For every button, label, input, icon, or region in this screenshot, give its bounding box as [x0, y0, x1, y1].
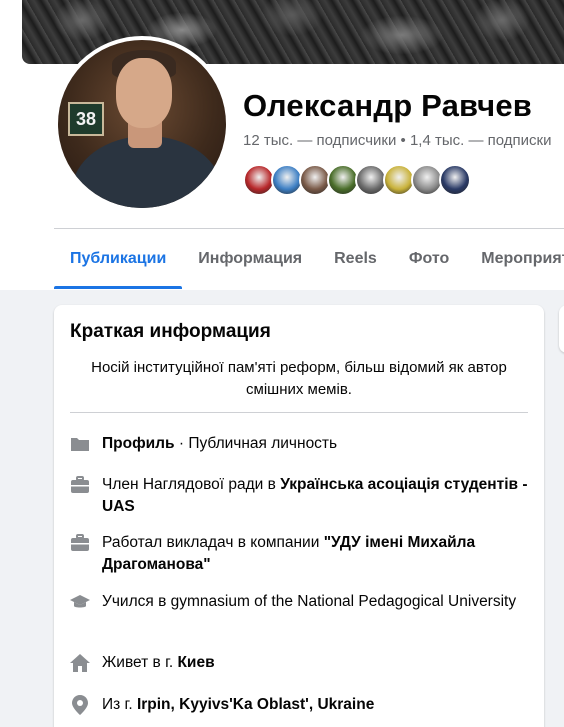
intro-bio: Носій інституційної пам'яті реформ, біль…: [91, 359, 507, 398]
avatar[interactable]: 38: [58, 40, 226, 208]
profile-stats[interactable]: 12 тыс. — подписчики • 1,4 тыс. — подпис…: [243, 132, 551, 149]
info-row-home: Живет в г. Киев: [70, 652, 528, 674]
info-row-profile: Профиль · Публичная личность: [70, 433, 528, 455]
tab-publications[interactable]: Публикации: [54, 229, 183, 289]
info-row-hometown: Из г. Irpin, Kyyivs'Ka Oblast', Ukraine: [70, 694, 528, 716]
info-text: Из г. Irpin, Kyyivs'Ka Oblast', Ukraine: [102, 696, 375, 713]
info-row-work: Работал викладач в компании "УДУ імені М…: [70, 532, 528, 576]
tab-photos[interactable]: Фото: [393, 229, 465, 289]
info-text: Живет в г. Киев: [102, 654, 215, 671]
page-icon: [71, 438, 89, 451]
follower-avatar[interactable]: [439, 164, 471, 196]
avatar-face: [116, 58, 172, 128]
tab-events[interactable]: Мероприятия: [465, 229, 564, 289]
info-text: Работал викладач в компании "УДУ імені М…: [102, 534, 476, 573]
briefcase-icon: [71, 476, 89, 493]
profile-tabs: Публикации Информация Reels Фото Меропри…: [54, 229, 564, 289]
intro-title: Краткая информация: [70, 321, 271, 342]
info-text: Член Наглядової ради в Українська асоціа…: [102, 476, 528, 515]
info-text: Учился в gymnasium of the National Pedag…: [102, 593, 517, 610]
tab-reels[interactable]: Reels: [318, 229, 393, 289]
info-row-board: Член Наглядової ради в Українська асоціа…: [70, 474, 528, 518]
mutual-followers[interactable]: [243, 164, 471, 196]
intro-divider: [70, 412, 528, 413]
intro-card: Краткая информация Носій інституційної п…: [54, 305, 544, 727]
location-pin-icon: [72, 695, 88, 715]
info-text: Профиль · Публичная личность: [102, 435, 338, 452]
avatar-sign: 38: [68, 102, 104, 136]
graduation-cap-icon: [70, 595, 90, 608]
tab-info[interactable]: Информация: [182, 229, 318, 289]
home-icon: [70, 654, 90, 672]
briefcase-icon: [71, 534, 89, 551]
profile-name: Олександр Равчев: [243, 88, 533, 123]
side-card: [559, 305, 564, 353]
info-row-education: Учился в gymnasium of the National Pedag…: [70, 591, 528, 613]
